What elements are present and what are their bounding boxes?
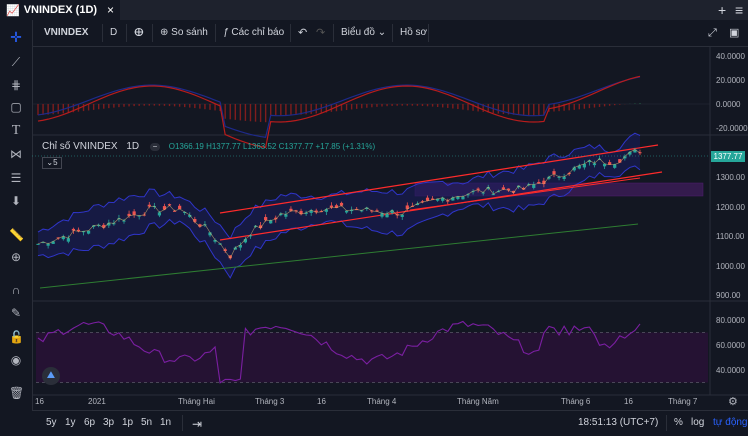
timeframe-1p[interactable]: 1p [122,417,133,428]
timeframe-5n[interactable]: 5n [141,417,152,428]
y-tick-label: 0.0000 [716,100,741,109]
x-tick-label: Tháng 6 [561,397,591,406]
candle-body [532,184,536,188]
goto-date-icon[interactable]: ⇥ [192,417,202,431]
percent-toggle[interactable]: % [674,417,683,428]
candle-body [269,220,273,224]
candle-body [36,243,40,245]
x-tick-label: Tháng Năm [457,397,499,406]
legend-minus-icon[interactable]: − [149,143,160,151]
timeframe-3p[interactable]: 3p [103,417,114,428]
momentum-pane [32,75,710,149]
candle-body [264,217,268,221]
x-tick-label: 16 [317,397,326,406]
y-tick-label: 40.0000 [716,366,745,375]
momentum-line [37,75,641,149]
chart-canvas[interactable] [0,0,748,435]
last-price-badge: 1377.77 [711,151,745,162]
x-tick-label: Tháng Hai [178,397,215,406]
indicator-toggle[interactable]: ⌄5 [42,157,62,169]
indicator-count: 5 [53,158,58,167]
price-pane [32,132,710,289]
auto-scale-toggle[interactable]: tự động [713,417,748,428]
log-toggle[interactable]: log [691,417,704,428]
y-tick-label: 1100.00 [716,232,745,241]
signal-line [37,76,641,138]
y-tick-label: 20.0000 [716,76,745,85]
candle-body [339,202,344,206]
y-tick-label: 900.00 [716,291,741,300]
candle-body [178,205,182,210]
legend-interval: 1D [126,141,140,152]
y-tick-label: 60.0000 [716,341,745,350]
candle-body [289,208,293,211]
y-tick-label: 40.0000 [716,52,745,61]
y-tick-label: 80.0000 [716,316,745,325]
candle-body [613,164,617,168]
x-tick-label: Tháng 7 [668,397,698,406]
legend-ohlc: O1366.19 H1377.77 L1363.52 C1377.77 +17.… [168,142,376,151]
legend-symbol[interactable]: Chỉ số VNINDEX [42,141,118,152]
settings-gear-icon[interactable]: ⚙ [728,395,738,408]
candle-body [132,211,136,215]
candle-body [385,213,389,218]
y-tick-label: 1000.00 [716,262,745,271]
y-tick-label: -20.0000 [716,124,748,133]
clock-display[interactable]: 18:51:13 (UTC+7) [578,417,658,428]
x-tick-label: 2021 [88,397,106,406]
candle-body [461,196,465,200]
chart-legend: Chỉ số VNINDEX 1D − O1366.19 H1377.77 L1… [42,141,375,152]
y-tick-label: 1300.00 [716,173,745,182]
x-tick-label: 16 [624,397,633,406]
timeframe-1n[interactable]: 1n [160,417,171,428]
timeframe-6p[interactable]: 6p [84,417,95,428]
tradingview-logo-icon[interactable]: ⛰ [42,367,60,385]
rsi-band [36,332,708,383]
candle-body [162,206,167,210]
x-tick-label: Tháng 3 [255,397,285,406]
y-tick-label: 1200.00 [716,203,745,212]
candle-body [380,213,384,217]
rsi-pane [36,320,708,384]
bottom-toolbar: 5y 1y 6p 3p 1p 5n 1n ⇥ 18:51:13 (UTC+7) % log … [32,410,748,436]
timeframe-1y[interactable]: 1y [65,417,76,428]
candle-body [552,171,556,175]
candle-body [562,176,566,179]
candle-body [86,230,91,234]
candle-body [66,238,70,242]
x-tick-label: Tháng 4 [367,397,397,406]
x-tick-label: 16 [35,397,44,406]
candle-body [284,214,288,217]
candle-body [157,212,162,216]
timeframe-5y[interactable]: 5y [46,417,57,428]
